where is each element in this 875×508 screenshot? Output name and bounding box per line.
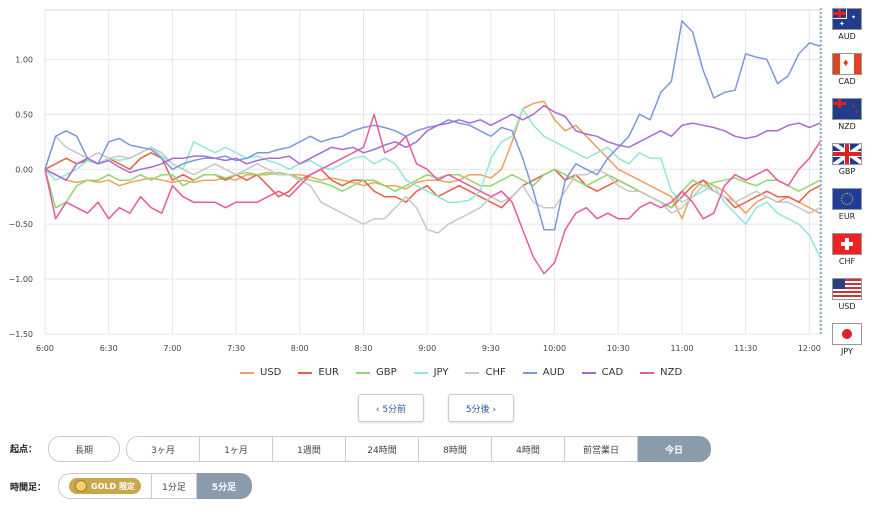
y-tick-label: 1.00 xyxy=(15,55,33,64)
flag-label: CHF xyxy=(838,257,856,266)
range-option[interactable]: 前営業日 xyxy=(565,436,638,462)
y-tick-label: 0.00 xyxy=(15,165,33,174)
legend-swatch xyxy=(581,371,596,374)
legend-label: EUR xyxy=(318,367,339,378)
legend-label: NZD xyxy=(660,367,683,378)
x-tick-label: 12:00 xyxy=(798,344,821,353)
flag-usd[interactable]: USD xyxy=(829,278,865,311)
flag-chf[interactable]: CHF xyxy=(829,233,865,266)
flag-label: GBP xyxy=(838,167,856,176)
flag-label: AUD xyxy=(838,32,856,41)
legend-item-nzd[interactable]: NZD xyxy=(640,367,682,378)
interval-options: GOLD 限定 1分足 5分足 xyxy=(58,473,252,499)
y-tick-label: −1.50 xyxy=(8,330,33,339)
next-5min-button[interactable]: 5分後 › xyxy=(448,394,514,422)
x-tick-label: 6:30 xyxy=(100,344,118,353)
us-flag-icon xyxy=(832,278,862,300)
x-tick-label: 11:00 xyxy=(670,344,693,353)
x-tick-label: 9:30 xyxy=(482,344,500,353)
legend-swatch xyxy=(298,371,313,374)
x-tick-label: 9:00 xyxy=(418,344,436,353)
range-options: 3ヶ月 1ヶ月 1週間 24時間 8時間 4時間 前営業日 今日 xyxy=(126,436,711,462)
flag-cad[interactable]: ♦ CAD xyxy=(829,53,865,86)
flag-gbp[interactable]: GBP xyxy=(829,143,865,176)
legend-item-chf[interactable]: CHF xyxy=(465,367,506,378)
legend-label: JPY xyxy=(433,367,449,378)
legend-swatch xyxy=(640,371,655,374)
plot-frame xyxy=(44,9,821,335)
legend-item-cad[interactable]: CAD xyxy=(581,367,624,378)
legend-label: GBP xyxy=(375,367,397,378)
y-tick-label: 0.50 xyxy=(15,110,33,119)
eu-flag-icon xyxy=(832,188,862,210)
flag-label: JPY xyxy=(841,347,853,356)
x-tick-label: 11:30 xyxy=(734,344,757,353)
uk-flag-icon xyxy=(832,143,862,165)
range-option[interactable]: 8時間 xyxy=(419,436,492,462)
swiss-flag-icon xyxy=(832,233,862,255)
interval-5min-button[interactable]: 5分足 xyxy=(197,473,252,499)
coin-icon xyxy=(75,480,88,492)
y-tick-label: −0.50 xyxy=(8,220,33,229)
japan-flag-icon xyxy=(832,323,862,345)
legend-label: AUD xyxy=(542,367,565,378)
legend-item-jpy[interactable]: JPY xyxy=(413,367,449,378)
flag-label: EUR xyxy=(838,212,856,221)
flag-eur[interactable]: EUR xyxy=(829,188,865,221)
legend-item-eur[interactable]: EUR xyxy=(298,367,339,378)
chart-legend: USD EUR GBP JPY CHF AUD CAD NZD xyxy=(240,367,699,378)
legend-swatch xyxy=(355,371,370,374)
legend-swatch xyxy=(413,371,428,374)
interval-label: 時間足： xyxy=(10,483,47,493)
flag-jpy[interactable]: JPY xyxy=(829,323,865,356)
x-tick-label: 8:00 xyxy=(291,344,309,353)
range-option[interactable]: 24時間 xyxy=(346,436,419,462)
prev-5min-button[interactable]: ‹ 5分前 xyxy=(358,394,424,422)
canada-flag-icon: ♦ xyxy=(832,53,862,75)
flag-label: USD xyxy=(838,302,856,311)
legend-item-usd[interactable]: USD xyxy=(240,367,281,378)
legend-label: USD xyxy=(260,367,282,378)
flag-nzd[interactable]: ✦ ✦ NZD xyxy=(829,98,865,131)
y-tick-label: −1.00 xyxy=(8,275,33,284)
legend-swatch xyxy=(465,371,480,374)
new-zealand-flag-icon: ✦ ✦ xyxy=(832,98,862,120)
x-tick-label: 6:00 xyxy=(36,344,54,353)
flag-label: CAD xyxy=(838,77,856,86)
x-tick-label: 10:30 xyxy=(607,344,630,353)
x-tick-label: 7:00 xyxy=(163,344,181,353)
range-label: 起点： xyxy=(10,445,38,455)
range-option[interactable]: 1ヶ月 xyxy=(200,436,273,462)
range-option[interactable]: 3ヶ月 xyxy=(126,436,200,462)
legend-item-aud[interactable]: AUD xyxy=(522,367,565,378)
interval-1min-button[interactable]: 1分足 xyxy=(152,473,197,499)
gold-badge-label: GOLD 限定 xyxy=(91,481,135,491)
legend-label: CAD xyxy=(601,367,624,378)
gold-badge-cell: GOLD 限定 xyxy=(58,473,152,499)
flag-label: NZD xyxy=(838,122,856,131)
range-long-button[interactable]: 長期 xyxy=(48,436,120,462)
chart-area: 1.00 0.50 0.00 −0.50 −1.00 −1.506:00 6:30 7:00 7… xyxy=(8,8,822,353)
australia-flag-icon: ✦ ✦ xyxy=(832,8,862,30)
gold-badge: GOLD 限定 xyxy=(69,478,141,494)
range-option[interactable]: 1週間 xyxy=(273,436,346,462)
x-tick-label: 8:30 xyxy=(355,344,373,353)
legend-swatch xyxy=(522,371,537,374)
x-tick-label: 10:00 xyxy=(543,344,566,353)
legend-label: CHF xyxy=(485,367,506,378)
flag-aud[interactable]: ✦ ✦ AUD xyxy=(829,8,865,41)
x-tick-label: 7:30 xyxy=(227,344,245,353)
legend-swatch xyxy=(240,371,254,374)
range-option[interactable]: 今日 xyxy=(638,436,711,462)
legend-item-gbp[interactable]: GBP xyxy=(355,367,397,378)
range-option[interactable]: 4時間 xyxy=(492,436,565,462)
